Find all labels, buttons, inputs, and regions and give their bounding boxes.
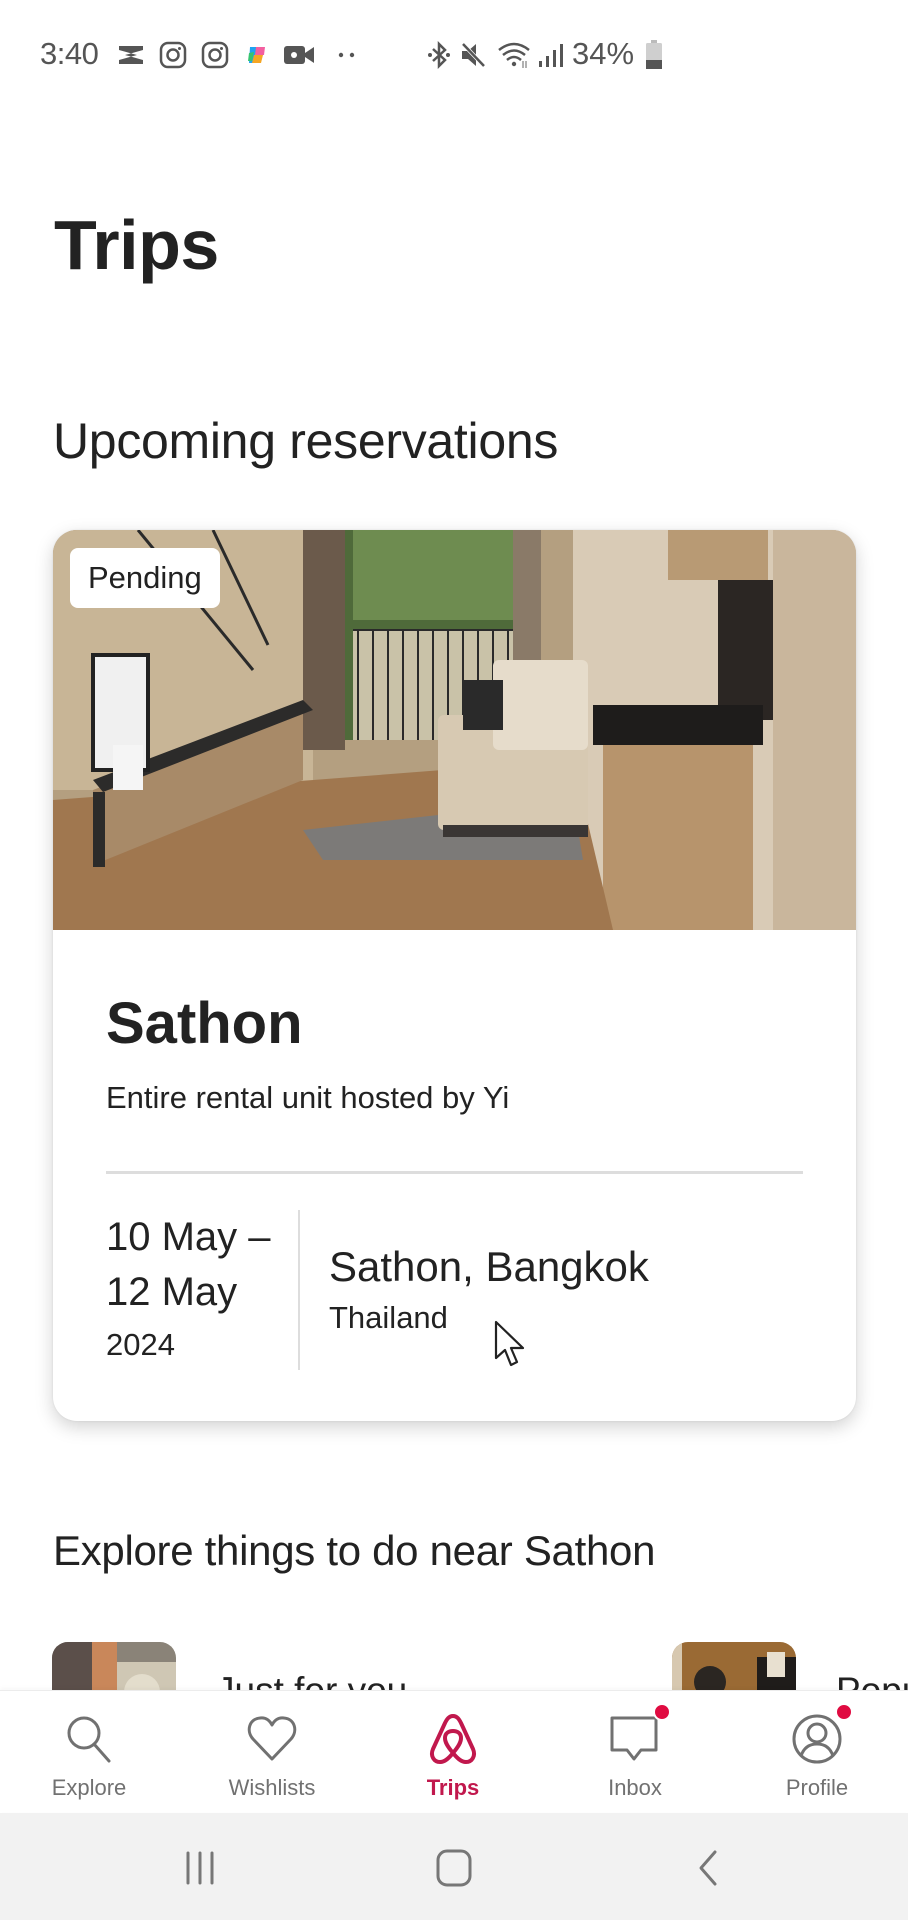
reservation-card[interactable]: Pending Sathon Entire rental unit hosted… (53, 530, 856, 1421)
nav-profile[interactable]: Profile (727, 1691, 907, 1813)
nav-label: Explore (51, 1775, 127, 1800)
bottom-nav: Explore Wishlists Trips Inbox Profile (0, 1690, 908, 1812)
battery-icon (644, 40, 664, 70)
home-icon (436, 1849, 472, 1887)
status-badge: Pending (70, 548, 220, 608)
date-start: 10 May – (106, 1215, 271, 1259)
location-country: Thailand (329, 1300, 448, 1335)
instagram-icon (200, 40, 230, 70)
status-time: 3:40 (40, 36, 99, 71)
profile-notification-dot (835, 1703, 853, 1721)
signal-icon (536, 40, 566, 70)
location-city: Sathon, Bangkok (329, 1243, 649, 1290)
status-bar: 3:40 34% (0, 0, 908, 110)
nav-explore[interactable]: Explore (0, 1691, 179, 1813)
nav-label: Wishlists (228, 1775, 316, 1800)
wifi-icon (496, 40, 532, 70)
heart-icon (242, 1709, 302, 1769)
reservation-details: Sathon Entire rental unit hosted by Yi 1… (53, 930, 856, 1421)
system-navigation-bar (0, 1813, 908, 1920)
mouse-cursor-icon (494, 1320, 528, 1373)
nav-label: Trips (426, 1775, 480, 1800)
search-icon (59, 1709, 119, 1769)
more-dots-icon (334, 40, 360, 70)
video-camera-icon (282, 40, 316, 70)
back-button[interactable] (678, 1843, 738, 1893)
upcoming-reservations-heading: Upcoming reservations (53, 413, 559, 469)
recent-apps-icon (186, 1851, 214, 1885)
message-icon (605, 1703, 671, 1769)
back-icon (699, 1850, 717, 1886)
capcut-icon (116, 40, 146, 70)
nav-label: Inbox (608, 1775, 662, 1800)
divider (106, 1171, 803, 1174)
nav-inbox[interactable]: Inbox (545, 1691, 725, 1813)
date-end: 12 May (106, 1270, 238, 1314)
airbnb-logo-icon (423, 1709, 483, 1769)
nav-wishlists[interactable]: Wishlists (182, 1691, 362, 1813)
date-year: 2024 (106, 1327, 175, 1362)
mute-icon (458, 40, 488, 70)
listing-subtitle: Entire rental unit hosted by Yi (106, 1080, 510, 1115)
battery-percent: 34% (572, 36, 635, 71)
reservation-dates: 10 May – 12 May 2024 (106, 1210, 296, 1370)
recent-apps-button[interactable] (170, 1843, 230, 1893)
bluetooth-icon (426, 40, 452, 70)
listing-title: Sathon (106, 991, 303, 1056)
profile-icon (787, 1703, 853, 1769)
copilot-icon (244, 40, 270, 70)
explore-heading: Explore things to do near Sathon (53, 1527, 656, 1574)
vertical-divider (298, 1210, 300, 1370)
inbox-notification-dot (653, 1703, 671, 1721)
instagram-icon (158, 40, 188, 70)
nav-label: Profile (785, 1775, 849, 1800)
reservation-location: Sathon, Bangkok Thailand (329, 1240, 649, 1342)
page-title: Trips (54, 206, 219, 284)
nav-trips[interactable]: Trips (363, 1691, 543, 1813)
listing-photo[interactable]: Pending (53, 530, 856, 930)
home-button[interactable] (424, 1843, 484, 1893)
